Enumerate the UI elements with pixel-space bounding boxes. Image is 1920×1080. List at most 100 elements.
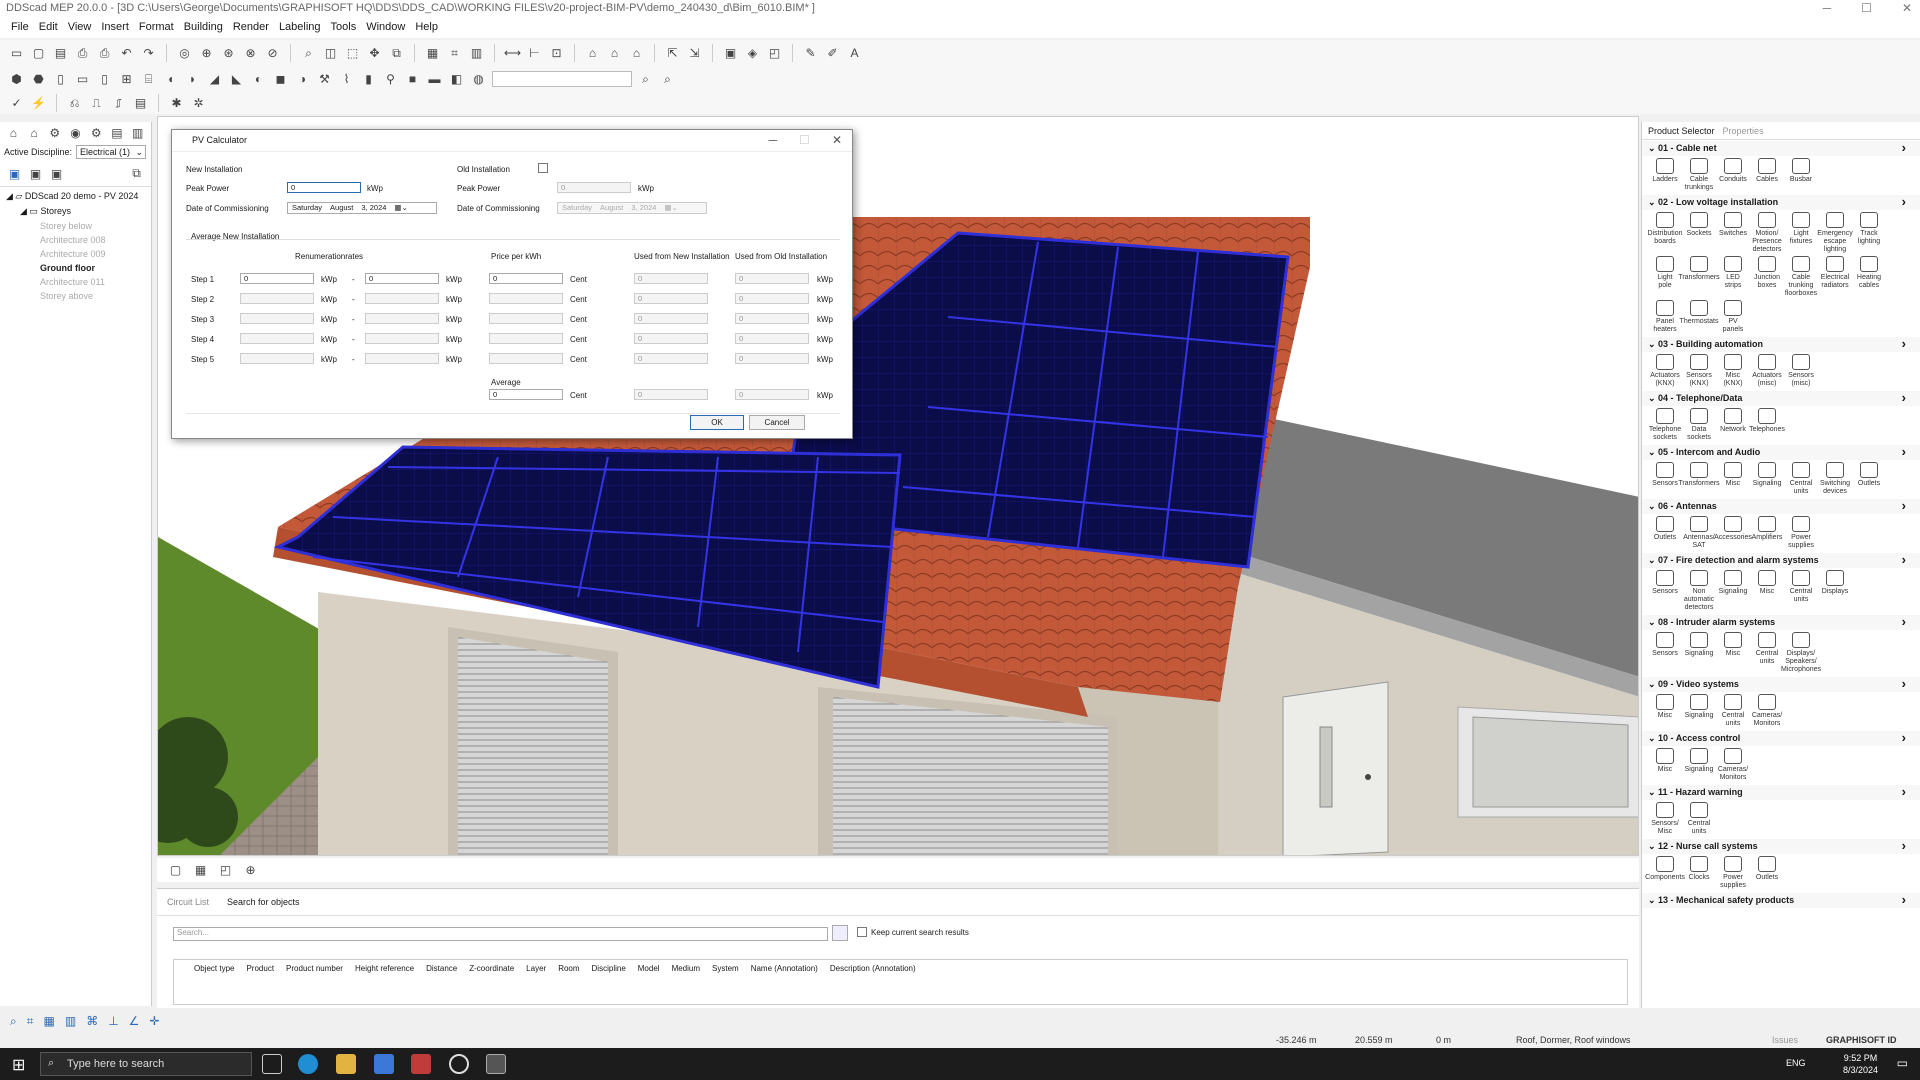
product-item[interactable]: Misc: [1650, 694, 1680, 728]
tab-circuit-list[interactable]: Circuit List: [163, 895, 213, 909]
check-icon[interactable]: ✓: [8, 95, 25, 112]
maximize-button[interactable]: ☐: [1861, 1, 1872, 15]
column-header[interactable]: Room: [558, 964, 579, 1000]
keep-results-option[interactable]: Keep current search results: [857, 927, 969, 937]
column-header[interactable]: Discipline: [592, 964, 626, 1000]
renum-to-field[interactable]: [365, 293, 439, 304]
roof-icon[interactable]: ⌂: [628, 45, 645, 62]
box-icon[interactable]: ■: [404, 71, 421, 88]
angle-snap-icon[interactable]: ∠: [129, 1014, 140, 1028]
book-icon[interactable]: ◧: [448, 71, 465, 88]
product-item[interactable]: Clocks: [1684, 856, 1714, 890]
label-icon[interactable]: ✎: [802, 45, 819, 62]
select-icon[interactable]: ⬚: [344, 45, 361, 62]
person-icon[interactable]: ⚲: [382, 71, 399, 88]
product-item[interactable]: Accessories: [1714, 516, 1752, 550]
category-header[interactable]: ⌄ 05 - Intercom and Audio: [1642, 444, 1920, 460]
product-item[interactable]: Switching devices: [1820, 462, 1850, 496]
price-field[interactable]: [489, 353, 563, 364]
copy-icon[interactable]: ⧉: [388, 45, 405, 62]
pipe-icon[interactable]: ◖: [162, 71, 179, 88]
connect-icon[interactable]: ⎍: [88, 95, 105, 112]
product-item[interactable]: Emergency escape lighting: [1817, 212, 1853, 254]
category-header[interactable]: ⌄ 01 - Cable net: [1642, 140, 1920, 156]
date-commissioning-picker[interactable]: Saturday August 3, 2024 ▦⌄: [287, 202, 437, 214]
product-item[interactable]: Ladders: [1650, 158, 1680, 192]
tab-product-selector[interactable]: Product Selector: [1648, 126, 1715, 136]
shape-icon[interactable]: ◣: [228, 71, 245, 88]
product-item[interactable]: Busbar: [1786, 158, 1816, 192]
object-search-field[interactable]: Search...: [173, 927, 828, 941]
product-item[interactable]: Thermostats: [1680, 300, 1718, 334]
product-item[interactable]: Misc: [1650, 748, 1680, 782]
product-item[interactable]: Telephones: [1749, 408, 1785, 442]
category-header[interactable]: ⌄ 04 - Telephone/Data: [1642, 390, 1920, 406]
column-icon[interactable]: ▯: [52, 71, 69, 88]
redo-icon[interactable]: ↷: [140, 45, 157, 62]
category-header[interactable]: ⌄ 09 - Video systems: [1642, 676, 1920, 692]
column-header[interactable]: Layer: [526, 964, 546, 1000]
category-header[interactable]: ⌄ 10 - Access control: [1642, 730, 1920, 746]
product-item[interactable]: Cameras/ Monitors: [1718, 748, 1748, 782]
used-new-field[interactable]: 0: [634, 293, 708, 304]
menu-file[interactable]: File: [6, 18, 34, 38]
bug-icon[interactable]: ✱: [168, 95, 185, 112]
used-new-field[interactable]: 0: [634, 333, 708, 344]
language-indicator[interactable]: ENG: [1786, 1058, 1806, 1068]
product-item[interactable]: Data sockets: [1684, 408, 1714, 442]
product-item[interactable]: Central units: [1786, 462, 1816, 496]
menu-help[interactable]: Help: [410, 18, 443, 38]
new-file-icon[interactable]: ▭: [8, 45, 25, 62]
column-header[interactable]: Description (Annotation): [830, 964, 916, 1000]
product-item[interactable]: Network: [1718, 408, 1748, 442]
product-item[interactable]: PV panels: [1718, 300, 1748, 334]
old-date-commissioning-picker[interactable]: Saturday August 3, 2024 ▦⌄: [557, 202, 707, 214]
measure-icon[interactable]: ⊢: [526, 45, 543, 62]
find-next-icon[interactable]: ⌕: [659, 71, 676, 88]
edge-browser-icon[interactable]: [298, 1054, 318, 1074]
graphisoft-id[interactable]: GRAPHISOFT ID: [1826, 1035, 1897, 1045]
product-item[interactable]: Cable trunking floorboxes: [1785, 256, 1817, 298]
maximize-icon[interactable]: ☐: [799, 133, 810, 147]
rotate-icon[interactable]: ⊛: [220, 45, 237, 62]
product-item[interactable]: Cables: [1752, 158, 1782, 192]
calendar-icon[interactable]: ▦⌄: [394, 203, 407, 213]
product-item[interactable]: Central units: [1786, 570, 1816, 612]
pan-icon[interactable]: ⊕: [198, 45, 215, 62]
product-item[interactable]: Signaling: [1684, 748, 1714, 782]
product-item[interactable]: Outlets: [1854, 462, 1884, 496]
category-header[interactable]: ⌄ 11 - Hazard warning: [1642, 784, 1920, 800]
tab-properties[interactable]: Properties: [1723, 126, 1764, 136]
product-item[interactable]: Light pole: [1650, 256, 1680, 298]
zoom-select-icon[interactable]: ⌕: [10, 1014, 17, 1029]
category-header[interactable]: ⌄ 03 - Building automation: [1642, 336, 1920, 352]
tree-storey-item[interactable]: Storey below: [40, 219, 145, 233]
column-header[interactable]: Name (Annotation): [751, 964, 818, 1000]
renum-from-field[interactable]: [240, 353, 314, 364]
used-new-field[interactable]: 0: [634, 313, 708, 324]
tube-icon[interactable]: ◑: [294, 71, 311, 88]
category-header[interactable]: ⌄ 02 - Low voltage installation: [1642, 194, 1920, 210]
building-icon[interactable]: ⌂: [584, 45, 601, 62]
product-item[interactable]: Actuators (misc): [1752, 354, 1782, 388]
nav-tool-icon[interactable]: ⌂: [27, 124, 42, 141]
render-icon[interactable]: ◈: [744, 45, 761, 62]
product-item[interactable]: Telephone sockets: [1649, 408, 1681, 442]
discipline-select[interactable]: Electrical (1) ⌄: [76, 145, 147, 159]
report-icon[interactable]: ▤: [132, 95, 149, 112]
slab-icon[interactable]: ⬣: [30, 71, 47, 88]
product-item[interactable]: Displays: [1820, 570, 1850, 612]
product-item[interactable]: Light fixtures: [1786, 212, 1816, 254]
plate-icon[interactable]: ▬: [426, 71, 443, 88]
system-clock[interactable]: 9:52 PM 8/3/2024: [1843, 1052, 1878, 1076]
app-icon[interactable]: [449, 1054, 469, 1074]
move-icon[interactable]: ✥: [366, 45, 383, 62]
nav-tool-icon[interactable]: ⌂: [6, 124, 21, 141]
product-item[interactable]: Electrical radiators: [1820, 256, 1850, 298]
ddscad-app-icon[interactable]: [486, 1054, 506, 1074]
app-icon[interactable]: [411, 1054, 431, 1074]
notification-icon[interactable]: ▭: [1897, 1056, 1908, 1070]
product-item[interactable]: Misc (KNX): [1718, 354, 1748, 388]
product-item[interactable]: Sensors (misc): [1786, 354, 1816, 388]
old-peak-power-input[interactable]: 0: [557, 182, 631, 193]
